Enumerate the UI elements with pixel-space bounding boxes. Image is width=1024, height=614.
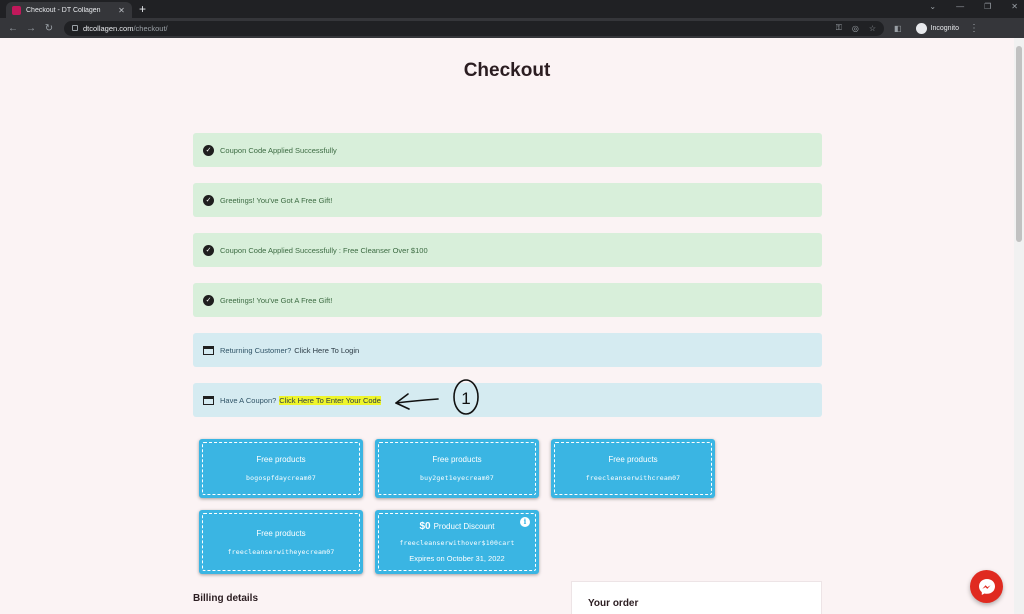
notice-text: Returning Customer? xyxy=(220,345,292,355)
tab-search-icon[interactable]: ⌄ xyxy=(929,2,936,11)
restore-button[interactable]: ❐ xyxy=(984,2,991,11)
scrollbar-thumb[interactable] xyxy=(1016,46,1022,242)
window-controls: ⌄ — ❐ ✕ xyxy=(929,2,1018,11)
messenger-chat-button[interactable] xyxy=(970,570,1003,603)
notice-have-coupon: Have A Coupon? Click Here To Enter Your … xyxy=(193,383,822,417)
notice-text: Coupon Code Applied Successfully xyxy=(220,145,337,155)
reload-button[interactable]: ↻ xyxy=(40,23,58,34)
coupon-card[interactable]: Free products buy2get1eyecream07 xyxy=(375,439,539,498)
notice-text: Coupon Code Applied Successfully : Free … xyxy=(220,245,428,255)
url-path: /checkout/ xyxy=(133,23,168,33)
new-tab-button[interactable]: + xyxy=(139,2,146,16)
address-bar[interactable]: dtcollagen.com /checkout/ ⚿ ◎ ☆ xyxy=(64,20,884,36)
login-link[interactable]: Click Here To Login xyxy=(294,346,359,355)
browser-tab-strip: Checkout - DT Collagen ✕ + ⌄ — ❐ ✕ xyxy=(0,0,1024,18)
notice-free-cleanser: ✓ Coupon Code Applied Successfully : Fre… xyxy=(193,233,822,267)
url-host: dtcollagen.com xyxy=(83,23,134,33)
messenger-icon xyxy=(978,578,995,595)
window-icon xyxy=(203,395,214,405)
notice-free-gift: ✓ Greetings! You've Got A Free Gift! xyxy=(193,183,822,217)
coupon-code: freecleanserwitheyecream07 xyxy=(227,547,335,556)
coupon-title: Free products xyxy=(608,455,658,464)
enter-coupon-link[interactable]: Click Here To Enter Your Code xyxy=(279,395,381,405)
coupon-code: bogospfdaycream07 xyxy=(246,474,316,482)
coupon-code: freecleanserwithcream07 xyxy=(585,474,681,482)
password-key-icon[interactable]: ⚿ xyxy=(836,23,842,33)
page-scrollbar[interactable] xyxy=(1014,38,1024,614)
coupon-card[interactable]: Free products freecleanserwitheyecream07 xyxy=(199,510,363,574)
site-favicon-icon xyxy=(12,5,21,15)
coupon-title: Product Discount xyxy=(433,522,495,531)
window-icon xyxy=(203,345,214,355)
notice-text: Greetings! You've Got A Free Gift! xyxy=(220,195,333,205)
your-order-panel: Your order xyxy=(571,581,822,614)
coupon-code: buy2get1eyecream07 xyxy=(419,474,495,482)
billing-details-heading: Billing details xyxy=(193,593,259,604)
notice-text: Greetings! You've Got A Free Gift! xyxy=(220,295,333,305)
notice-text: Have A Coupon? xyxy=(220,395,277,405)
eye-off-icon[interactable]: ◎ xyxy=(852,24,859,33)
tab-close-icon[interactable]: ✕ xyxy=(117,6,126,15)
minimize-button[interactable]: — xyxy=(956,2,964,11)
check-circle-icon: ✓ xyxy=(203,294,214,306)
coupon-card[interactable]: Free products freecleanserwithcream07 xyxy=(551,439,715,498)
browser-menu-icon[interactable]: ⋮ xyxy=(969,23,979,34)
lock-icon[interactable] xyxy=(72,25,78,31)
annotation-number: 1 xyxy=(461,389,470,408)
bookmark-star-icon[interactable]: ☆ xyxy=(869,24,876,33)
tab-title: Checkout - DT Collagen xyxy=(26,6,101,14)
incognito-avatar-icon xyxy=(915,22,927,34)
coupon-title: Free products xyxy=(432,455,482,464)
incognito-label: Incognito xyxy=(930,24,959,32)
coupon-card-product-discount[interactable]: $0 Product Discount freecleanserwithover… xyxy=(375,510,539,574)
checkout-page: Checkout ✓ Coupon Code Applied Successfu… xyxy=(0,38,1014,614)
coupon-amount: $0 xyxy=(419,521,431,532)
coupon-title: Free products xyxy=(256,455,306,464)
notice-returning-customer: Returning Customer? Click Here To Login xyxy=(193,333,822,367)
coupon-code: freecleanserwithover$100cart xyxy=(399,539,515,547)
coupon-title: Free products xyxy=(256,528,306,538)
side-panel-icon[interactable]: ◧ xyxy=(894,24,902,33)
info-icon[interactable]: i xyxy=(520,517,530,527)
forward-button[interactable]: → xyxy=(22,23,40,34)
check-circle-icon: ✓ xyxy=(203,194,214,206)
coupon-title-row: $0 Product Discount xyxy=(419,521,494,532)
check-circle-icon: ✓ xyxy=(203,144,214,156)
page-title: Checkout xyxy=(463,60,551,81)
browser-tab[interactable]: Checkout - DT Collagen ✕ xyxy=(6,2,132,18)
browser-toolbar: ← → ↻ dtcollagen.com /checkout/ ⚿ ◎ ☆ ◧ … xyxy=(0,18,1024,38)
coupon-expiry: Expires on October 31, 2022 xyxy=(409,554,505,563)
close-window-button[interactable]: ✕ xyxy=(1011,2,1018,11)
coupon-card[interactable]: Free products bogospfdaycream07 xyxy=(199,439,363,498)
incognito-profile[interactable]: Incognito xyxy=(915,22,959,34)
notice-free-gift-2: ✓ Greetings! You've Got A Free Gift! xyxy=(193,283,822,317)
notice-coupon-applied: ✓ Coupon Code Applied Successfully xyxy=(193,133,822,167)
back-button[interactable]: ← xyxy=(4,23,22,34)
your-order-heading: Your order xyxy=(588,598,639,609)
annotation-arrow-icon: 1 xyxy=(395,379,479,415)
check-circle-icon: ✓ xyxy=(203,244,214,256)
